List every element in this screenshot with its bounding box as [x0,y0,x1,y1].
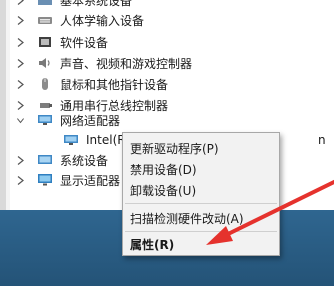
menu-item-uninstall-device[interactable]: 卸载设备(U) [123,179,279,201]
chevron-right-icon[interactable] [14,10,26,30]
tree-item-system[interactable]: 系统设备 [14,150,108,170]
tree-item-system-basic[interactable]: 基本系统设备 [14,0,132,10]
chevron-right-icon[interactable] [14,53,26,73]
menu-item-properties[interactable]: 属性(R) [123,233,279,255]
chevron-right-icon[interactable] [14,150,26,170]
keyboard-icon [36,12,54,28]
chevron-down-icon[interactable] [14,110,26,130]
device-manager-window: 基本系统设备 人体学输入设备 软件设备 声音、视频和游戏控制器 鼠标和其他指针设… [0,0,334,286]
network-adapter-icon [62,132,80,148]
menu-item-scan-hardware[interactable]: 扫描检测硬件改动(A) [123,207,279,229]
tree-item-label: 人体学输入设备 [60,13,145,28]
tree-item-audio[interactable]: 声音、视频和游戏控制器 [14,53,192,73]
tree-item-label: 网络适配器 [60,113,121,128]
tree-item-label: 系统设备 [60,153,109,168]
tree-item-label: 软件设备 [60,35,109,50]
mouse-icon [36,76,54,92]
system-device-icon [36,152,54,168]
tree-item-mouse[interactable]: 鼠标和其他指针设备 [14,74,168,94]
tree-item-display[interactable]: 显示适配器 [14,170,120,190]
software-device-icon [36,34,54,50]
tree-item-intel-adapter[interactable]: Intel(R) [62,130,130,150]
chevron-right-icon[interactable] [14,170,26,190]
tree-item-hid[interactable]: 人体学输入设备 [14,10,144,30]
menu-item-disable-device[interactable]: 禁用设备(D) [123,158,279,180]
tree-item-label: 基本系统设备 [60,0,133,8]
tree-item-clipped-text: n [318,133,326,147]
menu-item-update-driver[interactable]: 更新驱动程序(P) [123,137,279,159]
menu-separator [125,203,277,204]
chevron-right-icon[interactable] [14,74,26,94]
system-device-icon [36,0,54,8]
network-adapter-icon [36,112,54,128]
context-menu: 更新驱动程序(P) 禁用设备(D) 卸载设备(U) 扫描检测硬件改动(A) 属性… [122,132,280,256]
tree-item-label: 显示适配器 [60,173,121,188]
monitor-icon [36,172,54,188]
speaker-icon [36,55,54,71]
menu-separator [125,231,277,232]
chevron-right-icon[interactable] [14,32,26,52]
tree-item-network[interactable]: 网络适配器 [14,110,120,130]
tree-item-software[interactable]: 软件设备 [14,32,108,52]
tree-item-label: 声音、视频和游戏控制器 [60,56,193,71]
chevron-right-icon[interactable] [14,0,26,10]
tree-item-label: 鼠标和其他指针设备 [60,77,169,92]
